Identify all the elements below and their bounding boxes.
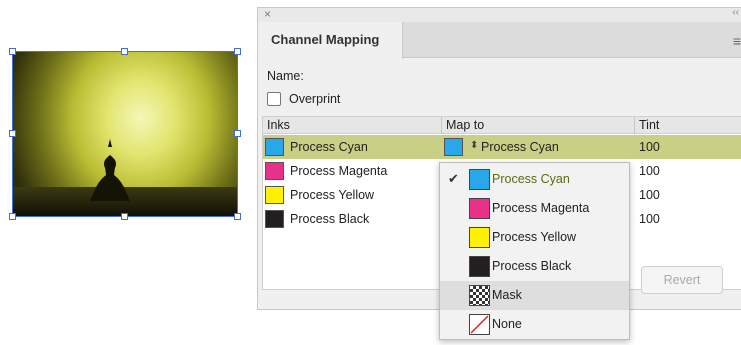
resize-handle-bottom-right[interactable]: [234, 213, 241, 220]
resize-handle-top-left[interactable]: [9, 48, 16, 55]
ink-swatch: [265, 210, 284, 228]
column-divider: [634, 117, 635, 134]
selection-frame: [12, 51, 238, 217]
ink-swatch: [265, 162, 284, 180]
ink-swatch: [265, 186, 284, 204]
column-header-tint: Tint: [639, 118, 660, 132]
column-divider: [441, 117, 442, 134]
dropdown-item-label: Process Yellow: [492, 230, 577, 244]
close-icon[interactable]: ×: [264, 7, 271, 21]
tint-value[interactable]: 100: [639, 212, 660, 226]
dropdown-item-none[interactable]: None: [440, 310, 629, 339]
resize-handle-bottom[interactable]: [121, 213, 128, 220]
column-header-inks: Inks: [267, 118, 290, 132]
panel-menu-icon[interactable]: ≡: [733, 33, 741, 49]
dropdown-item-process-black[interactable]: Process Black: [440, 252, 629, 281]
dropdown-item-label: Process Black: [492, 259, 572, 273]
cyan-swatch-icon: [469, 169, 490, 190]
tab-channel-mapping[interactable]: Channel Mapping: [258, 22, 403, 59]
resize-handle-top[interactable]: [121, 48, 128, 55]
resize-handle-bottom-left[interactable]: [9, 213, 16, 220]
map-to-select[interactable]: Process Cyan: [481, 140, 559, 154]
table-header: Inks Map to Tint: [263, 117, 741, 134]
map-swatch: [444, 138, 463, 156]
ink-name: Process Magenta: [290, 164, 388, 178]
black-swatch-icon: [469, 256, 490, 277]
tint-value[interactable]: 100: [639, 140, 660, 154]
tint-value[interactable]: 100: [639, 164, 660, 178]
overprint-option[interactable]: Overprint: [267, 92, 340, 106]
dropdown-item-label: None: [492, 317, 522, 331]
dropdown-item-label: Process Magenta: [492, 201, 590, 215]
resize-handle-left[interactable]: [9, 130, 16, 137]
table-row[interactable]: Process Cyan ⬍ Process Cyan 100: [263, 135, 741, 159]
checker-swatch-icon: [469, 285, 490, 306]
revert-button[interactable]: Revert: [641, 266, 723, 294]
resize-handle-right[interactable]: [234, 130, 241, 137]
overprint-label: Overprint: [289, 92, 341, 106]
name-label: Name:: [267, 69, 304, 83]
dropdown-item-mask[interactable]: Mask: [440, 281, 629, 310]
dropdown-item-process-cyan[interactable]: ✔ Process Cyan: [440, 165, 629, 194]
dropdown-item-label: Mask: [492, 288, 522, 302]
ink-name: Process Cyan: [290, 140, 368, 154]
tint-value[interactable]: 100: [639, 188, 660, 202]
stepper-icon[interactable]: ⬍: [470, 140, 478, 151]
ink-name: Process Yellow: [290, 188, 375, 202]
overprint-checkbox[interactable]: [267, 92, 281, 106]
ink-swatch: [265, 138, 284, 156]
none-swatch-icon: [469, 314, 490, 335]
checkmark-icon: ✔: [448, 171, 459, 186]
panel-title-bar: × ‹‹: [258, 7, 741, 22]
yellow-swatch-icon: [469, 227, 490, 248]
tab-bar: Channel Mapping ≡: [258, 22, 741, 59]
collapse-icon[interactable]: ‹‹: [732, 7, 739, 18]
magenta-swatch-icon: [469, 198, 490, 219]
ink-name: Process Black: [290, 212, 370, 226]
resize-handle-top-right[interactable]: [234, 48, 241, 55]
column-header-map-to: Map to: [446, 118, 485, 132]
dropdown-item-label: Process Cyan: [492, 172, 570, 186]
dropdown-item-process-yellow[interactable]: Process Yellow: [440, 223, 629, 252]
map-to-dropdown-menu: ✔ Process Cyan Process Magenta Process Y…: [439, 162, 630, 340]
dropdown-item-process-magenta[interactable]: Process Magenta: [440, 194, 629, 223]
